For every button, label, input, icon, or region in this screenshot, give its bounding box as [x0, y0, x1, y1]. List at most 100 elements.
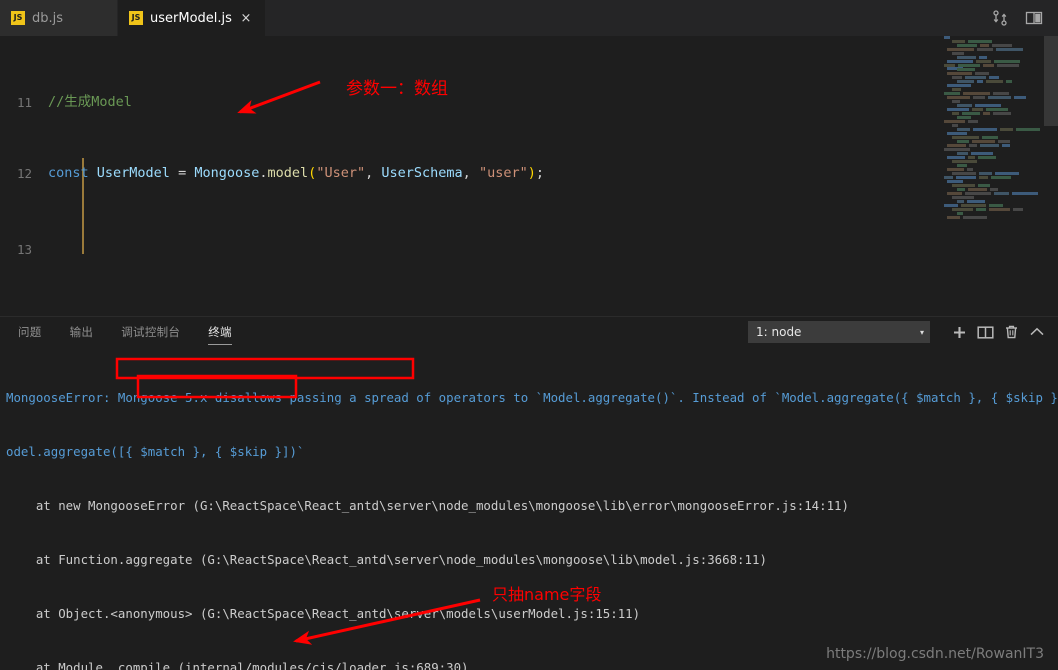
minimap-line	[944, 140, 1044, 143]
minimap-line	[944, 72, 1044, 75]
minimap-token	[947, 132, 967, 135]
terminal-line: MongooseError: Mongoose 5.x disallows pa…	[6, 390, 1058, 405]
tab-usermodel-js[interactable]: JS userModel.js ×	[118, 0, 266, 36]
minimap-token	[944, 204, 958, 207]
minimap-token	[961, 204, 986, 207]
minimap-token	[944, 148, 970, 151]
terminal-line: at Function.aggregate (G:\ReactSpace\Rea…	[6, 552, 767, 567]
editor-minimap[interactable]	[944, 36, 1044, 316]
minimap-token	[1016, 128, 1040, 131]
minimap-token	[947, 180, 963, 183]
code-content[interactable]: 11 //生成Model 12 const UserModel = Mongoo…	[0, 36, 944, 316]
minimap-line	[944, 96, 1044, 99]
minimap-token	[967, 168, 973, 171]
minimap-token	[989, 208, 1010, 211]
minimap-line	[944, 120, 1044, 123]
minimap-token	[1014, 96, 1026, 99]
kill-terminal-icon[interactable]	[998, 317, 1024, 347]
tab-db-js[interactable]: JS db.js	[0, 0, 118, 36]
minimap-token	[952, 196, 974, 199]
minimap-token	[944, 176, 953, 179]
line-text: const UserModel = Mongoose.model("User",…	[48, 165, 544, 181]
minimap-token	[975, 104, 1001, 107]
minimap-token	[972, 108, 983, 111]
split-terminal-icon[interactable]	[972, 317, 998, 347]
minimap-line	[944, 92, 1044, 95]
minimap-token	[1006, 80, 1012, 83]
close-icon[interactable]: ×	[239, 12, 253, 25]
minimap-token	[952, 160, 977, 163]
minimap-token	[957, 164, 967, 167]
panel-tab-output[interactable]: 输出	[70, 317, 94, 347]
terminal-line: at new MongooseError (G:\ReactSpace\Reac…	[6, 498, 849, 513]
minimap-token	[998, 140, 1010, 143]
minimap-token	[994, 60, 1020, 63]
chevron-down-icon: ▾	[919, 327, 924, 337]
terminal-selector-dropdown[interactable]: 1: node ▾	[748, 321, 930, 343]
minimap-token	[971, 152, 993, 155]
new-terminal-icon[interactable]	[946, 317, 972, 347]
minimap-token	[977, 48, 993, 51]
line-text: //生成Model	[48, 94, 132, 107]
open-editors-layout-icon[interactable]	[1024, 8, 1044, 28]
minimap-token	[947, 48, 974, 51]
minimap-token	[1002, 144, 1010, 147]
minimap-token	[982, 136, 998, 139]
minimap-token	[986, 80, 1003, 83]
minimap-line	[944, 104, 1044, 107]
code-line: 12 const UserModel = Mongoose.model("Use…	[0, 164, 944, 183]
minimap-token	[995, 172, 1019, 175]
minimap-token	[969, 144, 977, 147]
minimap-token	[947, 144, 966, 147]
collapse-panel-icon[interactable]	[1024, 317, 1050, 347]
terminal-selector-value: 1: node	[756, 325, 802, 339]
minimap-token	[963, 216, 987, 219]
minimap-token	[968, 120, 978, 123]
minimap-token	[947, 96, 970, 99]
minimap-token	[944, 92, 960, 95]
editor-scrollbar[interactable]	[1044, 36, 1058, 316]
minimap-token	[973, 96, 985, 99]
minimap-token	[952, 100, 960, 103]
minimap-token	[977, 80, 983, 83]
minimap-token	[989, 76, 999, 79]
js-file-icon: JS	[11, 11, 25, 25]
code-editor[interactable]: 11 //生成Model 12 const UserModel = Mongoo…	[0, 36, 1058, 316]
editor-tab-bar: JS db.js JS userModel.js ×	[0, 0, 1058, 36]
panel-tab-terminal[interactable]: 终端	[208, 317, 232, 347]
minimap-token	[952, 184, 975, 187]
minimap-token	[979, 176, 988, 179]
minimap-token	[947, 108, 969, 111]
panel-tab-problems[interactable]: 问题	[18, 317, 42, 347]
minimap-token	[944, 64, 955, 67]
minimap-token	[979, 56, 987, 59]
minimap-token	[965, 76, 986, 79]
minimap-token	[956, 176, 976, 179]
scrollbar-thumb[interactable]	[1044, 36, 1058, 126]
minimap-token	[968, 40, 992, 43]
minimap-token	[978, 184, 990, 187]
panel-tab-debug-console[interactable]: 调试控制台	[121, 317, 180, 347]
minimap-token	[947, 156, 965, 159]
minimap-line	[944, 80, 1044, 83]
minimap-line	[944, 196, 1044, 199]
minimap-line	[944, 64, 1044, 67]
line-number: 11	[16, 95, 32, 107]
minimap-token	[944, 120, 965, 123]
minimap-line	[944, 56, 1044, 59]
minimap-token	[947, 72, 972, 75]
terminal-output[interactable]: MongooseError: Mongoose 5.x disallows pa…	[0, 347, 1058, 670]
minimap-line	[944, 48, 1044, 70]
split-editor-vertical-icon[interactable]	[990, 8, 1010, 28]
minimap-token	[952, 88, 961, 91]
minimap-line	[944, 112, 1044, 115]
editor-actions	[990, 0, 1052, 36]
minimap-line	[944, 36, 1044, 39]
minimap-token	[983, 64, 994, 67]
minimap-line	[944, 88, 1044, 91]
tab-label: db.js	[32, 10, 64, 26]
minimap-line	[944, 208, 1044, 211]
line-text	[48, 240, 944, 259]
minimap-line	[944, 200, 1044, 203]
minimap-token	[947, 168, 964, 171]
